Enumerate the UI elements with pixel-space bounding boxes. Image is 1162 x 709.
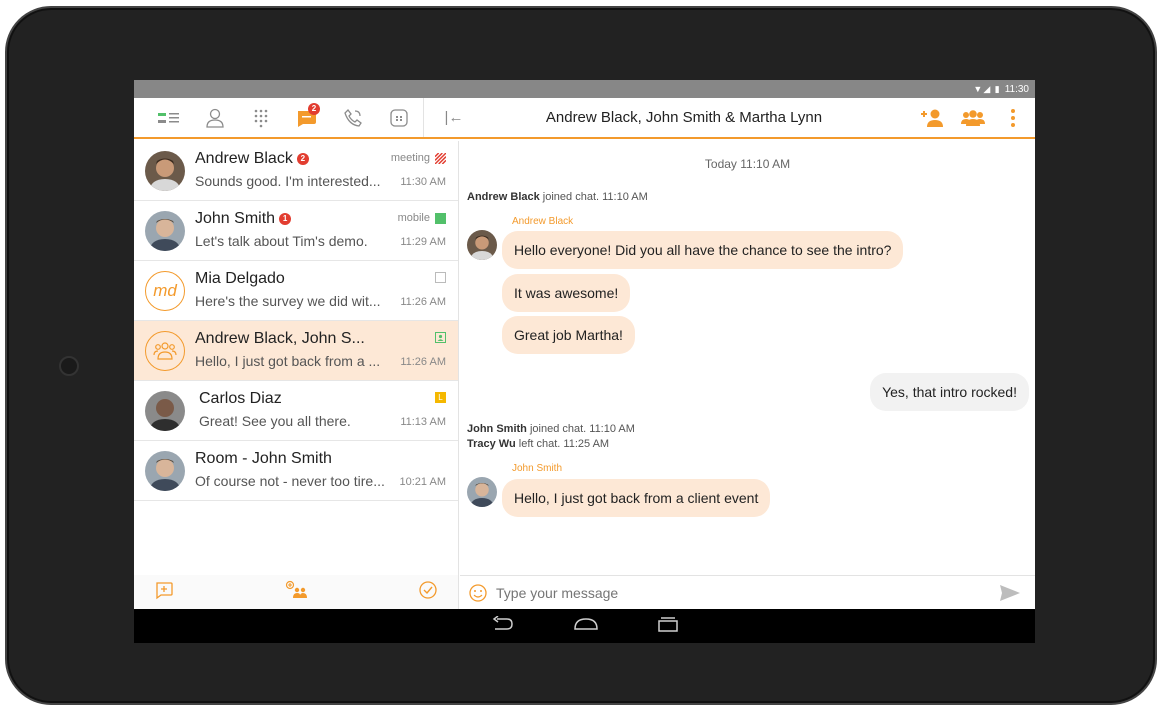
conversation-list: Andrew Black 2 meeting Sounds good. I'm i… xyxy=(134,141,459,575)
conversation-item[interactable]: Carlos Diaz L Great! See you all there. … xyxy=(134,381,458,441)
avatar xyxy=(467,230,497,260)
conversation-item[interactable]: John Smith 1 mobile Let's talk about Tim'… xyxy=(134,201,458,261)
conversation-name: Carlos Diaz xyxy=(199,390,282,407)
conversation-time: 11:26 AM xyxy=(400,296,446,308)
system-nav-bar xyxy=(134,609,1035,643)
day-separator: Today 11:10 AM xyxy=(704,157,791,171)
camera xyxy=(59,356,79,376)
tab-calls-icon[interactable] xyxy=(330,98,376,137)
conversation-preview: Sounds good. I'm interested... xyxy=(195,173,381,189)
nav-tabs: 2 xyxy=(134,98,424,137)
conversation-name: Mia Delgado xyxy=(195,270,285,287)
message-bubble: It was awesome! xyxy=(502,274,631,312)
collapse-panel-icon[interactable]: |← xyxy=(434,98,474,137)
app-screen: ▼◢ ▮ 11:30 2 |← Andrew Black, John Smith… xyxy=(134,80,1035,643)
new-chat-icon[interactable] xyxy=(154,580,174,605)
conversation-preview: Great! See you all there. xyxy=(199,413,351,429)
message-sender: John Smith xyxy=(512,463,563,474)
presence-status: meeting xyxy=(390,152,430,164)
system-message: Andrew Black joined chat. 11:10 AM xyxy=(467,191,648,203)
add-participant-icon[interactable] xyxy=(917,102,949,134)
offline-status-icon xyxy=(435,272,446,283)
message-sender: Andrew Black xyxy=(512,216,574,227)
unread-badge: 1 xyxy=(279,213,292,225)
conversation-preview: Of course not - never too tire... xyxy=(195,473,385,489)
chat-title: Andrew Black, John Smith & Martha Lynn xyxy=(545,109,823,126)
conversation-time: 10:21 AM xyxy=(399,476,446,488)
conversation-name: John Smith xyxy=(195,210,276,227)
participants-icon[interactable] xyxy=(957,102,989,134)
signal-battery-icon: ▼◢ ▮ xyxy=(973,83,1001,94)
avatar xyxy=(145,151,185,191)
back-icon[interactable] xyxy=(491,614,515,637)
group-status-icon xyxy=(435,332,446,343)
meeting-status-icon xyxy=(435,152,446,164)
conversation-name: Andrew Black, John S... xyxy=(195,330,365,347)
group-avatar-icon xyxy=(145,331,185,371)
tab-dialpad-icon[interactable] xyxy=(238,98,284,137)
system-message: Tracy Wu left chat. 11:25 AM xyxy=(467,438,610,450)
avatar xyxy=(145,451,185,491)
conversation-item[interactable]: Room - John Smith Of course not - never … xyxy=(134,441,458,501)
status-time: 11:30 xyxy=(1004,83,1029,95)
conversation-time: 11:30 AM xyxy=(400,176,446,188)
tab-contacts-icon[interactable] xyxy=(192,98,238,137)
own-message-bubble: Yes, that intro rocked! xyxy=(870,373,1029,411)
top-toolbar: 2 |← Andrew Black, John Smith & Martha L… xyxy=(134,98,1035,139)
chat-unread-badge: 2 xyxy=(308,103,320,115)
avatar xyxy=(145,211,185,251)
tab-chat-icon[interactable]: 2 xyxy=(284,98,330,137)
emoji-icon[interactable] xyxy=(460,583,496,603)
message-bubble: Hello everyone! Did you all have the cha… xyxy=(502,231,904,269)
home-icon[interactable] xyxy=(573,617,599,636)
conversation-name: Room - John Smith xyxy=(195,450,332,467)
conversation-name: Andrew Black xyxy=(195,150,293,167)
message-bubble: Great job Martha! xyxy=(502,316,635,354)
mark-all-read-icon[interactable] xyxy=(418,580,438,605)
tab-voicemail-icon[interactable] xyxy=(376,98,422,137)
conversation-preview: Here's the survey we did wit... xyxy=(195,293,381,309)
avatar xyxy=(467,477,497,507)
conversation-item[interactable]: Andrew Black, John S... Hello, I just go… xyxy=(134,321,458,381)
recent-apps-icon[interactable] xyxy=(657,616,679,637)
unread-badge: 2 xyxy=(296,153,309,165)
system-message: John Smith joined chat. 11:10 AM xyxy=(467,423,635,435)
list-footer xyxy=(134,575,459,609)
conversation-preview: Hello, I just got back from a ... xyxy=(195,353,381,369)
presence-status: mobile xyxy=(397,212,430,224)
conversation-time: 11:13 AM xyxy=(400,416,446,428)
message-bubble: Hello, I just got back from a client eve… xyxy=(502,479,771,517)
avatar-initials: md xyxy=(153,281,177,300)
avatar xyxy=(145,391,185,431)
away-status-icon: L xyxy=(435,392,446,403)
conversation-time: 11:26 AM xyxy=(400,356,446,368)
conversation-item[interactable]: Andrew Black 2 meeting Sounds good. I'm i… xyxy=(134,141,458,201)
status-bar: ▼◢ ▮ 11:30 xyxy=(134,80,1035,98)
new-group-chat-icon[interactable] xyxy=(284,580,308,605)
message-input[interactable] xyxy=(496,584,985,601)
chat-actions xyxy=(917,98,1029,137)
conversation-time: 11:29 AM xyxy=(400,236,446,248)
more-options-icon[interactable] xyxy=(997,102,1029,134)
conversation-item[interactable]: md Mia Delgado Here's the survey we did … xyxy=(134,261,458,321)
mobile-status-icon xyxy=(435,212,446,224)
conversation-preview: Let's talk about Tim's demo. xyxy=(195,233,368,249)
tab-conversations-list-icon[interactable] xyxy=(146,98,192,137)
message-composer xyxy=(460,575,1035,609)
chat-pane: Today 11:10 AM Andrew Black joined chat.… xyxy=(460,141,1035,575)
send-icon[interactable] xyxy=(985,583,1035,603)
avatar: md xyxy=(145,271,185,311)
